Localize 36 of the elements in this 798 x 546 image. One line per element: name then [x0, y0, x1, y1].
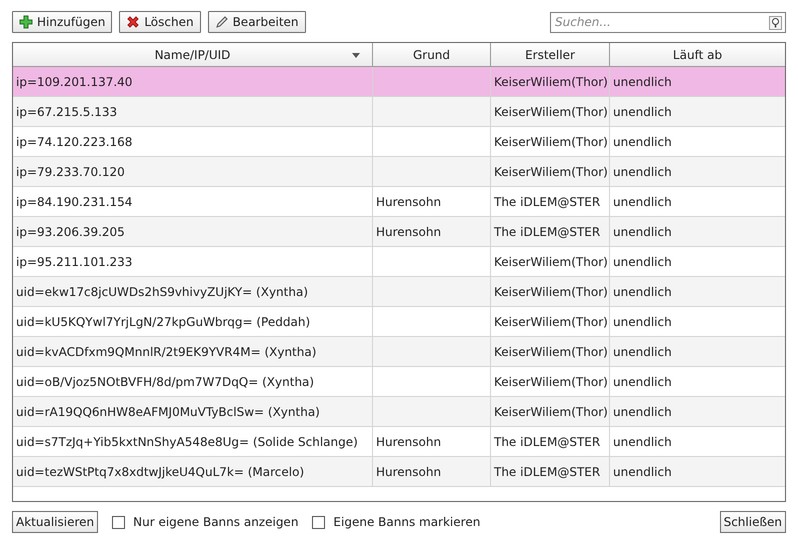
table-row[interactable]: ip=95.211.101.233 KeiserWiliem(Thor) unendlich [13, 247, 785, 277]
table-row[interactable]: ip=67.215.5.133 KeiserWiliem(Thor) unendlich [13, 97, 785, 127]
checkbox-label: Nur eigene Banns anzeigen [133, 515, 298, 529]
table-row[interactable]: ip=84.190.231.154 Hurensohn The iDLEM@STER unendlich [13, 187, 785, 217]
plus-icon [19, 15, 33, 29]
table-row[interactable]: ip=109.201.137.40 KeiserWiliem(Thor) unendlich [13, 67, 785, 97]
table-row[interactable]: uid=ekw17c8jcUWDs2hS9vhivyZUjKY= (Xyntha) KeiserWiliem(Thor) unendlich [13, 277, 785, 307]
table-cell: unendlich [610, 457, 785, 487]
search-icon [769, 16, 782, 30]
table-row[interactable]: uid=kvACDfxm9QMnnlR/2t9EK9YVR4M= (Xyntha) KeiserWiliem(Thor) unendlich [13, 337, 785, 367]
table-row[interactable]: ip=74.120.223.168 KeiserWiliem(Thor) unendlich [13, 127, 785, 157]
column-header[interactable]: Grund [373, 43, 491, 67]
search-field[interactable]: Suchen... [550, 12, 786, 32]
column-header[interactable]: Ersteller [491, 43, 610, 67]
table-row[interactable]: uid=s7TzJq+Yib5kxtNnShyA548e8Ug= (Solide Schlange) Hurensohn The iDLEM@STER unendlich [13, 427, 785, 457]
close-icon [126, 15, 140, 29]
table-cell: Hurensohn [373, 457, 491, 487]
table-row[interactable]: uid=rA19QQ6nHW8eAFMJ0MuVTyBclSw= (Xyntha) KeiserWiliem(Thor) unendlich [13, 397, 785, 427]
table-row[interactable]: ip=93.206.39.205 Hurensohn The iDLEM@STER unendlich [13, 217, 785, 247]
table-row[interactable]: uid=tezWStPtq7x8xdtwJjkeU4QuL7k= (Marcelo) Hurensohn The iDLEM@STER unendlich [13, 457, 785, 487]
edit-button[interactable]: Bearbeiten [208, 11, 306, 33]
sort-arrow-icon [352, 53, 360, 58]
table-row[interactable]: ip=79.233.70.120 KeiserWiliem(Thor) unendlich [13, 157, 785, 187]
close-button[interactable]: Schließen [720, 511, 786, 533]
table-row[interactable]: uid=kU5KQYwl7YrjLgN/27kpGuWbrqg= (Peddah) KeiserWiliem(Thor) unendlich [13, 307, 785, 337]
refresh-button[interactable]: Aktualisieren [12, 511, 98, 533]
add-button[interactable]: Hinzufügen [12, 11, 112, 33]
delete-button[interactable]: Löschen [119, 11, 201, 33]
column-header[interactable]: Name/IP/UID [13, 43, 373, 67]
checkbox[interactable] [112, 516, 126, 528]
checkbox-label: Eigene Banns markieren [333, 515, 480, 529]
table-cell: The iDLEM@STER [491, 457, 610, 487]
table-cell: uid=tezWStPtq7x8xdtwJjkeU4QuL7k= (Marcelo) [13, 457, 373, 487]
checkbox[interactable] [312, 516, 326, 528]
pencil-icon [214, 15, 229, 29]
table-row[interactable]: uid=oB/Vjoz5NOtBVFH/8d/pm7W7DqQ= (Xyntha) KeiserWiliem(Thor) unendlich [13, 367, 785, 397]
